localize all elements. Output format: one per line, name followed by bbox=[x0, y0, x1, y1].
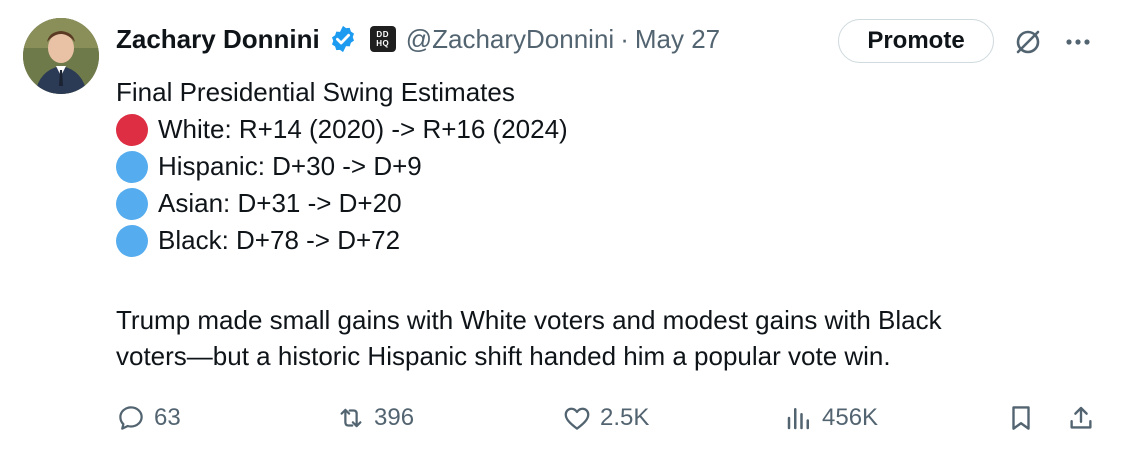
blue-circle-icon bbox=[116, 150, 148, 183]
reply-icon bbox=[119, 406, 143, 430]
tweet-paragraph: Trump made small gains with White voters… bbox=[116, 302, 1116, 374]
like-count: 2.5K bbox=[600, 404, 650, 431]
bookmark-icon bbox=[1012, 406, 1030, 430]
author-name[interactable]: Zachary Donnini bbox=[116, 24, 320, 55]
blue-circle-icon bbox=[116, 187, 148, 220]
repost-icon bbox=[340, 408, 362, 428]
reply-count: 63 bbox=[154, 404, 181, 431]
share-button[interactable] bbox=[1066, 398, 1104, 438]
blue-circle-icon bbox=[116, 224, 148, 257]
reply-button[interactable]: 63 bbox=[116, 398, 181, 438]
verified-badge-icon[interactable] bbox=[328, 24, 358, 54]
action-bar: 63 396 2.5K 456K bbox=[116, 398, 1116, 438]
separator: · bbox=[620, 23, 629, 54]
bookmark-button[interactable] bbox=[1006, 398, 1044, 438]
paragraph-line: Trump made small gains with White voters… bbox=[116, 305, 942, 335]
view-count: 456K bbox=[822, 404, 879, 431]
tweet-date[interactable]: May 27 bbox=[635, 24, 720, 55]
share-icon bbox=[1070, 406, 1092, 429]
affiliation-badge[interactable]: DDHQ bbox=[369, 26, 396, 52]
list-item: Asian: D+31 -> D+20 bbox=[116, 185, 568, 222]
tweet-title: Final Presidential Swing Estimates bbox=[116, 77, 515, 107]
heart-icon bbox=[564, 407, 590, 430]
grok-icon[interactable] bbox=[1010, 24, 1046, 60]
tweet-text: Final Presidential Swing Estimates White… bbox=[116, 74, 568, 259]
tweet-header: Zachary Donnini DDHQ @ZacharyDonnini · M… bbox=[116, 19, 720, 59]
paragraph-line: voters—but a historic Hispanic shift han… bbox=[116, 341, 891, 371]
more-options-icon[interactable] bbox=[1060, 24, 1096, 60]
analytics-icon bbox=[787, 408, 809, 430]
repost-count: 396 bbox=[374, 404, 415, 431]
list-item: Black: D+78 -> D+72 bbox=[116, 222, 568, 259]
red-circle-icon bbox=[116, 113, 148, 146]
list-item: White: R+14 (2020) -> R+16 (2024) bbox=[116, 111, 568, 148]
like-button[interactable]: 2.5K bbox=[562, 398, 649, 438]
author-handle[interactable]: @ZacharyDonnini bbox=[406, 24, 614, 55]
repost-button[interactable]: 396 bbox=[336, 398, 414, 438]
avatar[interactable] bbox=[23, 18, 99, 94]
promote-button[interactable]: Promote bbox=[838, 19, 994, 63]
list-item: Hispanic: D+30 -> D+9 bbox=[116, 148, 568, 185]
views-button[interactable]: 456K bbox=[784, 398, 878, 438]
avatar-photo bbox=[23, 18, 99, 94]
